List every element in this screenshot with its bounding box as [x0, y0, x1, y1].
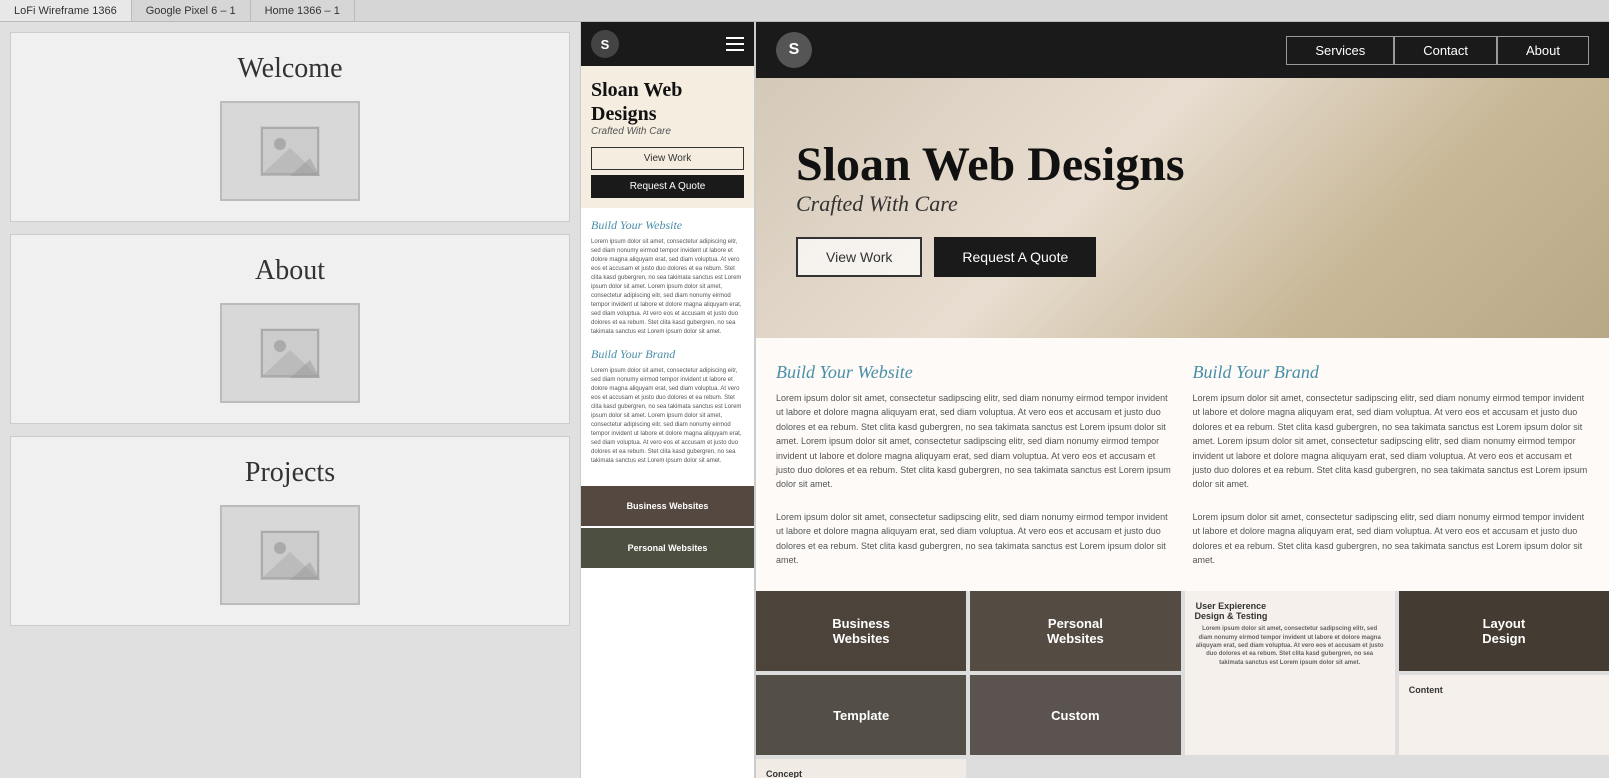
mobile-grid-business-websites[interactable]: Business Websites	[581, 486, 754, 526]
mobile-request-quote-button[interactable]: Request A Quote	[591, 175, 744, 198]
tab-lofi[interactable]: LoFi Wireframe 1366	[0, 0, 132, 21]
desktop-col1-title: Build Your Website	[776, 362, 1173, 383]
wireframe-projects-title: Projects	[245, 457, 335, 489]
desktop-logo: S	[776, 32, 812, 68]
wireframe-about-title: About	[255, 255, 325, 287]
desktop-hero: Sloan Web Designs Crafted With Care View…	[756, 78, 1609, 338]
wireframe-about-section: About	[10, 234, 570, 424]
tab-home[interactable]: Home 1366 – 1	[251, 0, 355, 21]
hero-view-work-button[interactable]: View Work	[796, 237, 922, 277]
grid-tile-ux-card: User ExpierenceDesign & Testing Lorem ip…	[1185, 591, 1395, 755]
grid-tile-concept-title: Concept	[766, 769, 802, 778]
panel-wireframe: Welcome About	[0, 22, 580, 778]
mobile-build-brand-text: Lorem ipsum dolor sit amet, consectetur …	[591, 367, 744, 466]
mobile-logo: S	[591, 30, 619, 58]
desktop-nav: Services Contact About	[1286, 36, 1589, 65]
mobile-tagline: Crafted With Care	[591, 126, 744, 137]
mobile-build-website-text: Lorem ipsum dolor sit amet, consectetur …	[591, 238, 744, 337]
wireframe-projects-image	[220, 505, 360, 605]
mobile-grid-personal-websites[interactable]: Personal Websites	[581, 528, 754, 568]
grid-tile-business-label: BusinessWebsites	[832, 616, 890, 646]
grid-tile-layout-design[interactable]: LayoutDesign	[1399, 591, 1609, 671]
desktop-col2: Build Your Brand Lorem ipsum dolor sit a…	[1193, 362, 1590, 567]
tab-home-label: Home 1366 – 1	[265, 5, 340, 17]
image-placeholder-icon	[260, 126, 320, 176]
grid-tile-ux-title: User ExpierenceDesign & Testing	[1195, 601, 1268, 621]
grid-tile-template[interactable]: Template	[756, 675, 966, 755]
image-placeholder-icon-3	[260, 530, 320, 580]
desktop-header: S Services Contact About	[756, 22, 1609, 78]
panel-desktop: S Services Contact About Sloan Web Desig…	[755, 22, 1609, 778]
image-placeholder-icon-2	[260, 328, 320, 378]
mobile-build-website-title: Build Your Website	[591, 218, 744, 233]
nav-services-button[interactable]: Services	[1286, 36, 1394, 65]
hero-request-quote-button[interactable]: Request A Quote	[934, 237, 1096, 277]
mobile-content: Build Your Website Lorem ipsum dolor sit…	[581, 208, 754, 486]
wireframe-welcome-section: Welcome	[10, 32, 570, 222]
nav-contact-button[interactable]: Contact	[1394, 36, 1497, 65]
hero-text-block: Sloan Web Designs Crafted With Care View…	[796, 139, 1185, 278]
desktop-col1-text2: Lorem ipsum dolor sit amet, consectetur …	[776, 510, 1173, 568]
desktop-col2-text: Lorem ipsum dolor sit amet, consectetur …	[1193, 391, 1590, 492]
wireframe-about-image	[220, 303, 360, 403]
desktop-col2-text2: Lorem ipsum dolor sit amet, consectetur …	[1193, 510, 1590, 568]
grid-tile-concept-card: Concept	[756, 759, 966, 778]
tab-bar: LoFi Wireframe 1366 Google Pixel 6 – 1 H…	[0, 0, 1609, 22]
tab-pixel-label: Google Pixel 6 – 1	[146, 5, 236, 17]
grid-tile-personal-websites[interactable]: PersonalWebsites	[970, 591, 1180, 671]
wireframe-welcome-title: Welcome	[237, 53, 342, 85]
wireframe-welcome-image	[220, 101, 360, 201]
grid-tile-ux-text: Lorem ipsum dolor sit amet, consectetur …	[1195, 625, 1385, 667]
desktop-col1: Build Your Website Lorem ipsum dolor sit…	[776, 362, 1173, 567]
hero-tagline: Crafted With Care	[796, 191, 1185, 217]
hero-title: Sloan Web Designs	[796, 139, 1185, 192]
tab-lofi-label: LoFi Wireframe 1366	[14, 5, 117, 17]
mobile-grid-personal-label: Personal Websites	[628, 543, 708, 553]
grid-tile-layout-label: LayoutDesign	[1482, 616, 1525, 646]
grid-tile-custom-label: Custom	[1051, 708, 1099, 723]
grid-tile-custom[interactable]: Custom	[970, 675, 1180, 755]
desktop-grid-section: BusinessWebsites PersonalWebsites User E…	[756, 591, 1609, 778]
tab-pixel[interactable]: Google Pixel 6 – 1	[132, 0, 251, 21]
grid-tile-content-card: Content	[1399, 675, 1609, 755]
mobile-grid-business-label: Business Websites	[627, 501, 709, 511]
mobile-hero: Sloan WebDesigns Crafted With Care View …	[581, 66, 754, 208]
mobile-header: S	[581, 22, 754, 66]
mobile-brand-name: Sloan WebDesigns	[591, 78, 744, 126]
wireframe-projects-section: Projects	[10, 436, 570, 626]
panel-mobile: S Sloan WebDesigns Crafted With Care Vie…	[580, 22, 755, 778]
nav-about-button[interactable]: About	[1497, 36, 1589, 65]
mobile-grid: Business Websites Personal Websites	[581, 486, 754, 570]
grid-tile-business-websites[interactable]: BusinessWebsites	[756, 591, 966, 671]
desktop-col1-text: Lorem ipsum dolor sit amet, consectetur …	[776, 391, 1173, 492]
hamburger-menu-icon[interactable]	[726, 37, 744, 51]
main-content: Welcome About	[0, 22, 1609, 778]
desktop-content-columns: Build Your Website Lorem ipsum dolor sit…	[756, 338, 1609, 591]
grid-tile-personal-label: PersonalWebsites	[1047, 616, 1104, 646]
mobile-build-brand-title: Build Your Brand	[591, 347, 744, 362]
mobile-view-work-button[interactable]: View Work	[591, 147, 744, 170]
hero-buttons: View Work Request A Quote	[796, 237, 1185, 277]
grid-tile-content-title: Content	[1409, 685, 1443, 695]
grid-tile-template-label: Template	[833, 708, 889, 723]
desktop-col2-title: Build Your Brand	[1193, 362, 1590, 383]
